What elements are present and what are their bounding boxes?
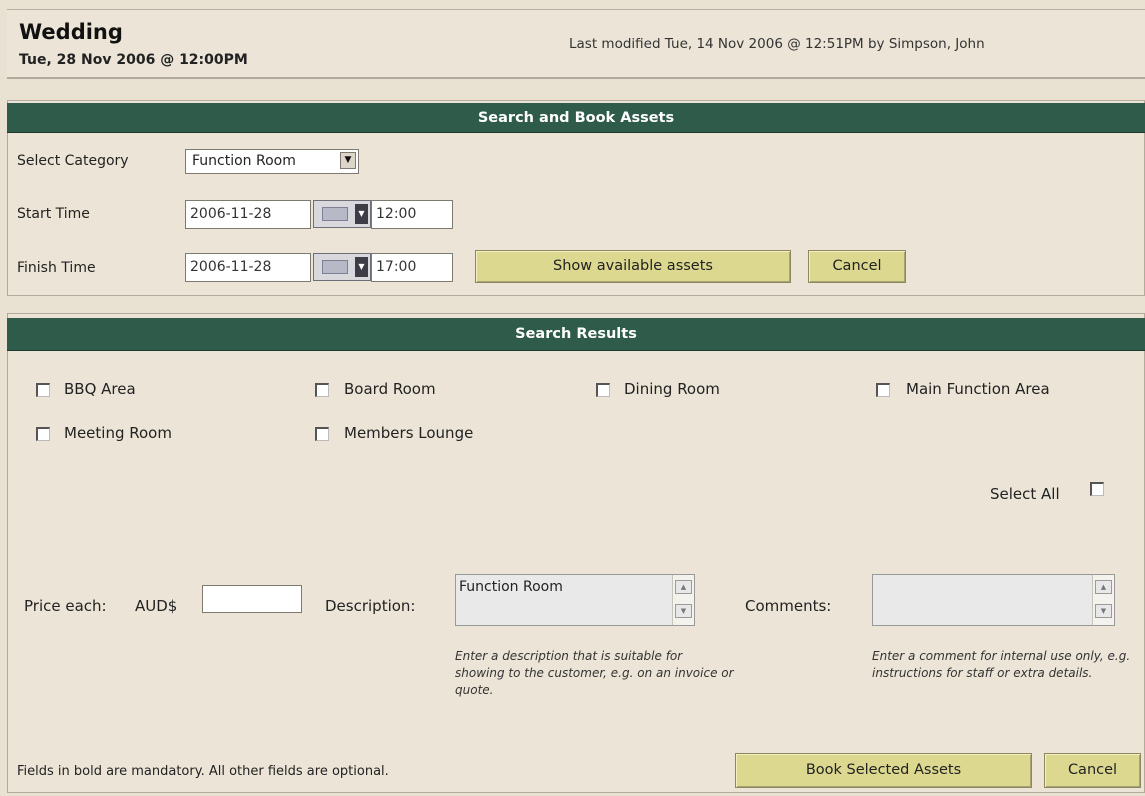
scroll-down-icon[interactable]: ▼ [1095,604,1112,618]
comments-textarea[interactable]: ▲ ▼ [872,574,1115,626]
asset-label-board-room: Board Room [344,380,436,398]
comments-help: Enter a comment for internal use only, e… [872,649,1131,680]
asset-label-bbq-area: BBQ Area [64,380,136,398]
price-label: Price each: [24,597,107,615]
start-time-label: Start Time [17,206,90,222]
chevron-down-icon[interactable]: ▼ [340,152,356,169]
mandatory-note: Fields in bold are mandatory. All other … [17,764,389,779]
event-datetime: Tue, 28 Nov 2006 @ 12:00PM [19,52,248,68]
description-label: Description: [325,597,416,615]
chevron-down-icon: ▼ [355,204,368,224]
search-cancel-button[interactable]: Cancel [808,250,906,283]
asset-label-members-lounge: Members Lounge [344,424,474,442]
category-select[interactable]: Function Room ▼ [185,149,359,174]
asset-checkbox-main-function-area[interactable] [876,383,890,397]
finish-calendar-button[interactable]: ▼ [313,253,371,281]
results-cancel-button[interactable]: Cancel [1044,753,1141,788]
comments-label: Comments: [745,597,832,615]
select-all-label: Select All [990,485,1060,503]
price-input[interactable] [202,585,302,613]
results-panel-heading: Search Results [7,318,1145,351]
calendar-icon [322,207,348,221]
category-select-value: Function Room [192,153,296,169]
asset-checkbox-board-room[interactable] [315,383,329,397]
description-help: Enter a description that is suitable for… [455,649,734,697]
asset-label-meeting-room: Meeting Room [64,424,172,442]
asset-checkbox-members-lounge[interactable] [315,427,329,441]
event-title: Wedding [19,20,123,44]
start-calendar-button[interactable]: ▼ [313,200,371,228]
finish-time-label: Finish Time [17,260,96,276]
category-label: Select Category [17,153,129,169]
book-selected-assets-button[interactable]: Book Selected Assets [735,753,1032,788]
chevron-down-icon: ▼ [355,257,368,277]
search-panel-heading: Search and Book Assets [7,103,1145,133]
select-all-checkbox[interactable] [1090,482,1104,496]
asset-label-dining-room: Dining Room [624,380,720,398]
comments-scrollbar[interactable]: ▲ ▼ [1092,575,1114,625]
asset-checkbox-dining-room[interactable] [596,383,610,397]
asset-checkbox-meeting-room[interactable] [36,427,50,441]
asset-checkbox-bbq-area[interactable] [36,383,50,397]
scroll-down-icon[interactable]: ▼ [675,604,692,618]
calendar-icon [322,260,348,274]
scroll-up-icon[interactable]: ▲ [675,580,692,594]
currency-label: AUD$ [135,597,178,615]
last-modified-text: Last modified Tue, 14 Nov 2006 @ 12:51PM… [569,36,985,52]
scroll-up-icon[interactable]: ▲ [1095,580,1112,594]
finish-date-input[interactable]: 2006-11-28 [185,253,311,282]
finish-time-input[interactable]: 17:00 [371,253,453,282]
asset-label-main-function-area: Main Function Area [906,380,1050,398]
start-date-input[interactable]: 2006-11-28 [185,200,311,229]
start-time-input[interactable]: 12:00 [371,200,453,229]
description-value: Function Room [459,579,563,595]
description-scrollbar[interactable]: ▲ ▼ [672,575,694,625]
description-textarea[interactable]: Function Room ▲ ▼ [455,574,695,626]
show-available-assets-button[interactable]: Show available assets [475,250,791,283]
